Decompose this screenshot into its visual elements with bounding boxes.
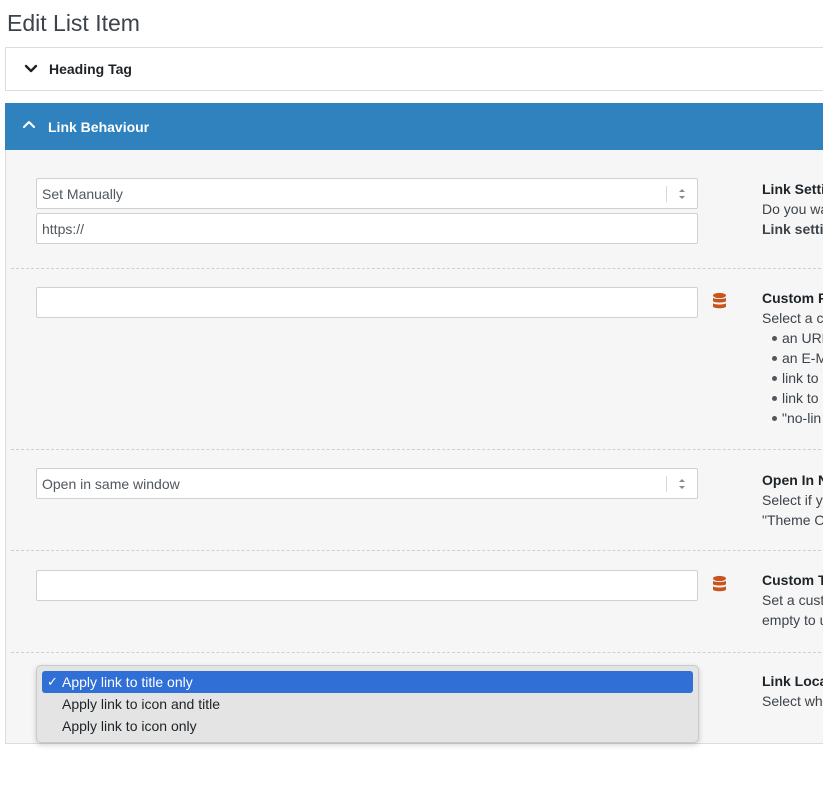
database-icon[interactable] [712,575,727,593]
panel-heading-tag[interactable]: Heading Tag [5,47,823,91]
checkmark-icon: ✓ [47,674,58,689]
list-item: link to [762,368,823,388]
dropdown-option-title-only[interactable]: ✓ Apply link to title only [42,671,693,693]
option-label: Apply link to title only [62,674,193,690]
link-url-value: https:// [42,221,85,237]
custom-title-description: Custom T Set a cust empty to u [762,570,823,630]
select-arrows-icon [679,189,685,199]
panel-link-behaviour-label: Link Behaviour [48,119,150,135]
custom-title-title: Custom T [762,572,823,588]
link-settings-select-value: Set Manually [42,186,123,202]
list-item: an E-M [762,348,823,368]
link-settings-select[interactable]: Set Manually [36,178,698,209]
link-location-description: Link Loca Select whe [762,671,823,711]
link-settings-description: Link Setti Do you wa Link settin [762,179,823,239]
custom-field-help: Select a c [762,310,823,326]
custom-title-input[interactable] [36,570,698,601]
list-item: link to [762,388,823,408]
page-title: Edit List Item [7,10,140,36]
open-in-description: Open In N Select if y "Theme O [762,470,823,530]
open-in-help: Select if y [762,492,823,508]
option-label: Apply link to icon only [62,718,197,734]
custom-field-input[interactable] [36,287,698,318]
panel-link-behaviour[interactable]: Link Behaviour [5,103,823,150]
open-in-help-2: "Theme O [762,512,823,528]
database-icon[interactable] [712,292,727,310]
link-location-dropdown[interactable]: ✓ Apply link to title only Apply link to… [36,665,699,743]
divider [11,550,823,551]
divider [11,652,823,653]
list-item: an URL [762,328,823,348]
divider [11,449,823,450]
dropdown-option-icon-and-title[interactable]: Apply link to icon and title [42,693,693,715]
link-location-title: Link Loca [762,673,823,689]
link-settings-help: Do you wa [762,201,823,217]
list-item: "no-lin [762,408,823,428]
open-in-select-value: Open in same window [42,476,180,492]
custom-field-title: Custom F [762,290,823,306]
option-label: Apply link to icon and title [62,696,220,712]
chevron-up-icon [23,121,35,128]
panel-heading-tag-label: Heading Tag [49,61,132,77]
open-in-title: Open In N [762,472,823,488]
link-settings-help-bold: Link settin [762,221,823,237]
select-separator [666,186,667,202]
custom-title-help: Set a cust [762,592,823,608]
custom-field-description: Custom F Select a c an URL an E-M link t… [762,288,823,428]
link-location-help: Select whe [762,693,823,709]
link-url-input[interactable]: https:// [36,213,698,244]
open-in-select[interactable]: Open in same window [36,468,698,499]
link-settings-title: Link Setti [762,181,823,197]
custom-title-help-2: empty to u [762,612,823,628]
custom-field-bullets: an URL an E-M link to link to "no-lin [762,328,823,428]
chevron-down-icon [24,64,38,73]
select-separator [666,476,667,492]
divider [11,268,823,269]
select-arrows-icon [679,479,685,489]
dropdown-option-icon-only[interactable]: Apply link to icon only [42,715,693,737]
